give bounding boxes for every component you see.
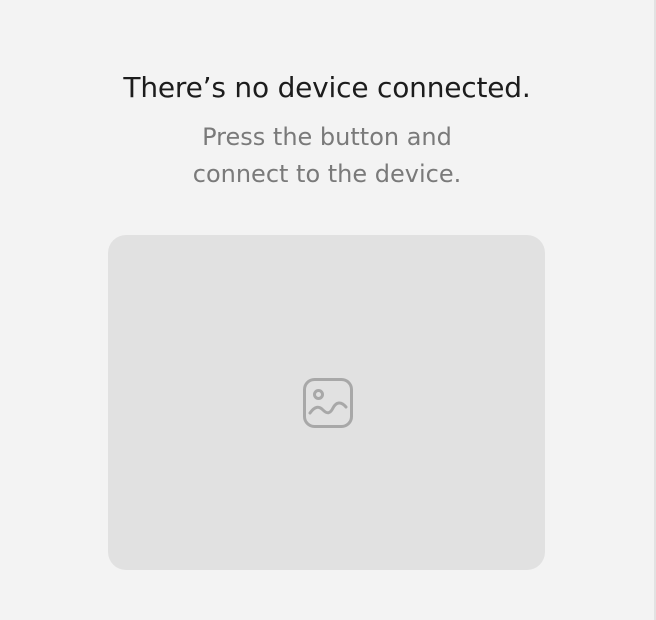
empty-state-title: There’s no device connected.	[123, 71, 531, 104]
image-placeholder-icon	[302, 377, 354, 429]
empty-state-subtitle-line-2: connect to the device.	[192, 160, 462, 188]
no-device-panel: There’s no device connected. Press the b…	[0, 0, 656, 620]
empty-state-subtitle-line-1: Press the button and	[202, 123, 452, 151]
device-preview-placeholder	[108, 235, 545, 570]
